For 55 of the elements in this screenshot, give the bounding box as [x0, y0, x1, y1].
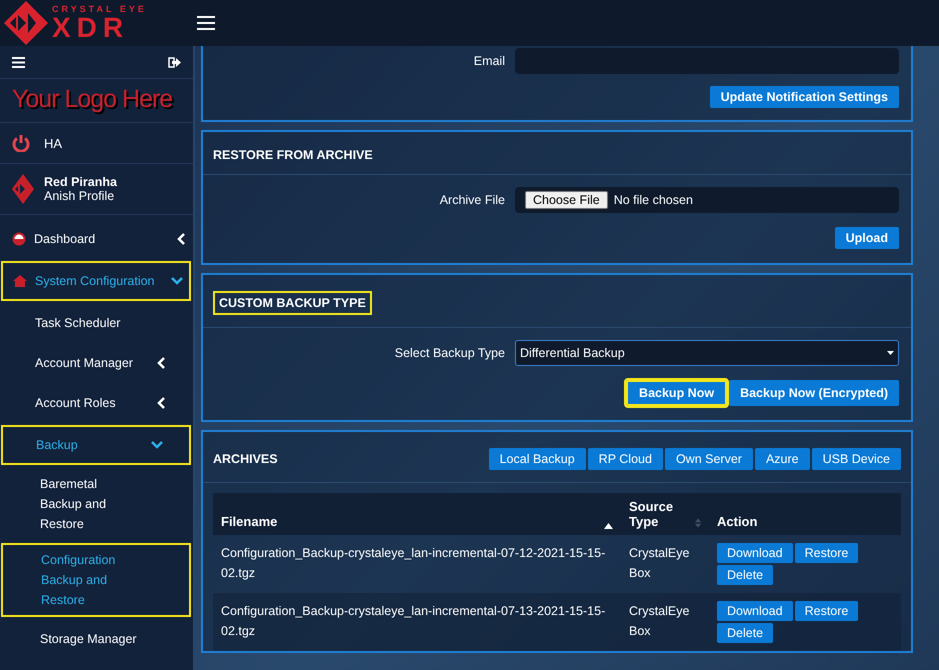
action-button[interactable]: Delete — [717, 565, 774, 585]
table-cell: Configuration_Backup-crystaleye_lan-incremental-07-13-2021-15-15-02.tgz — [213, 593, 621, 651]
update-button[interactable]: Update Notification Settings — [710, 86, 899, 108]
profile-subtitle: Anish Profile — [44, 189, 116, 203]
table-cell: CrystalEye Box — [621, 593, 709, 651]
nav-item[interactable]: Dashboard — [0, 219, 193, 259]
action-button[interactable]: Delete — [717, 623, 774, 643]
table-cell: Configuration_Backup-crystaleye_lan-incremental-07-12-2021-15-15-02.tgz — [213, 535, 621, 593]
sort-ascending-icon[interactable] — [604, 523, 613, 529]
nav-item[interactable]: Baremetal Backup and Restore — [0, 467, 193, 541]
ha-label: HA — [44, 136, 62, 150]
power-icon[interactable] — [12, 134, 30, 152]
nav-item[interactable]: System Configuration — [1, 261, 191, 301]
field-label: Select Backup Type — [394, 346, 505, 360]
panel-title: ARCHIVES — [213, 452, 278, 466]
caret-icon — [887, 351, 894, 355]
destination-button[interactable]: Local Backup — [488, 448, 586, 470]
table-cell: CrystalEye Box — [621, 535, 709, 593]
backup-type-dropdown[interactable]: Differential Backup — [515, 340, 899, 366]
destination-button[interactable]: Own Server — [664, 448, 753, 470]
nav-item[interactable]: Task Scheduler — [0, 303, 193, 343]
column-header[interactable]: Action — [709, 493, 901, 535]
panel-title: RESTORE FROM ARCHIVE — [213, 148, 373, 162]
profile-name: Red Piranha — [44, 175, 117, 189]
logo-text: Your Logo Here — [0, 78, 193, 122]
action-button[interactable]: Restore — [794, 543, 858, 563]
action-button[interactable]: Restore — [794, 601, 858, 621]
action-button[interactable]: Download — [717, 543, 793, 563]
brand-name: XDR — [52, 14, 130, 42]
menu-icon[interactable] — [197, 16, 215, 30]
nav-item[interactable]: Configuration Backup and Restore — [1, 543, 191, 617]
column-header[interactable]: Source Type — [621, 493, 709, 535]
diamond-logo-icon — [12, 174, 34, 204]
email-field[interactable] — [515, 48, 899, 74]
nav-item[interactable]: Storage Manager — [0, 619, 193, 659]
home-icon — [13, 275, 27, 287]
menu-icon[interactable] — [12, 56, 25, 68]
destination-button[interactable]: RP Cloud — [588, 448, 663, 470]
destination-button[interactable]: USB Device — [812, 448, 901, 470]
backup-button[interactable]: Backup Now (Encrypted) — [729, 380, 899, 406]
gauge-icon — [12, 232, 26, 246]
nav-item[interactable]: Account Roles — [0, 383, 193, 423]
field-label: Email — [472, 54, 505, 68]
brand-tagline: CRYSTAL EYE — [52, 4, 147, 14]
logout-icon[interactable] — [168, 56, 181, 68]
upload-button[interactable]: Upload — [834, 227, 899, 249]
nav-item[interactable]: Backup — [1, 425, 191, 465]
column-header[interactable]: Filename — [213, 493, 621, 535]
nav-item[interactable]: Account Manager — [0, 343, 193, 383]
file-field[interactable]: Choose File No file chosen — [515, 187, 899, 213]
destination-button[interactable]: Azure — [754, 448, 810, 470]
panel-title: CUSTOM BACKUP TYPE — [213, 291, 372, 315]
backup-button[interactable]: Backup Now — [626, 380, 728, 406]
field-label: Archive File — [438, 193, 505, 207]
action-button[interactable]: Download — [717, 601, 793, 621]
